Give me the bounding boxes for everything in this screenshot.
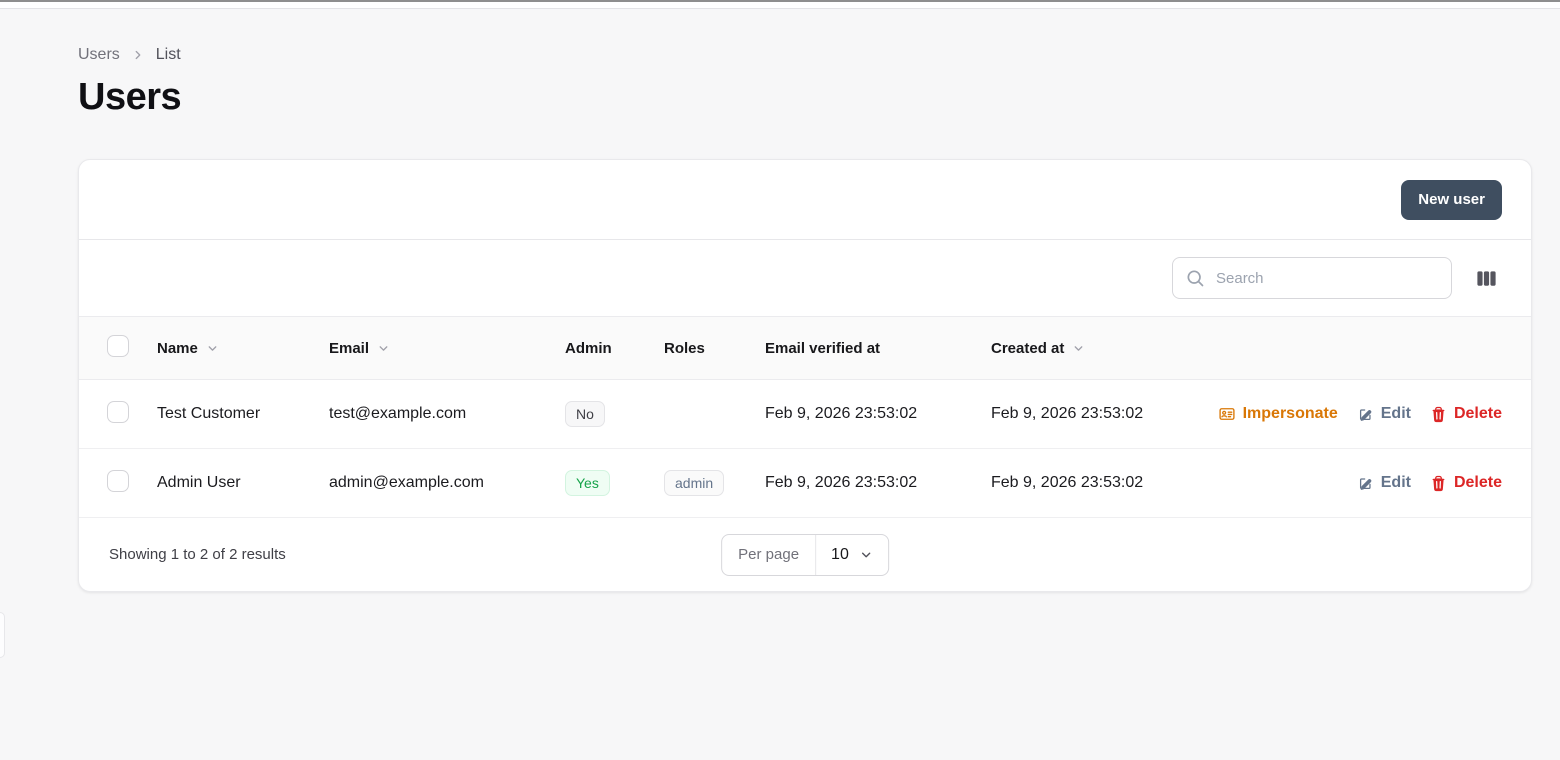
- column-header-created-at[interactable]: Created at: [991, 340, 1203, 357]
- cell-email-verified-at: Feb 9, 2026 23:53:02: [765, 405, 991, 423]
- breadcrumb-current: List: [156, 46, 181, 64]
- search-icon: [1185, 268, 1205, 288]
- cell-email: admin@example.com: [329, 474, 565, 492]
- row-actions: Impersonate Edit Delete: [1203, 404, 1502, 424]
- cell-email: test@example.com: [329, 405, 565, 423]
- column-header-name[interactable]: Name: [157, 340, 329, 357]
- table-toolbar: [79, 240, 1531, 316]
- page-content: Users List Users New user Name: [78, 46, 1532, 592]
- chevron-down-icon: [859, 548, 873, 562]
- search-input[interactable]: [1214, 269, 1439, 288]
- page-title: Users: [78, 77, 1532, 117]
- column-header-admin: Admin: [565, 340, 664, 357]
- pencil-square-icon: [1357, 475, 1374, 492]
- breadcrumb-users-link[interactable]: Users: [78, 46, 120, 64]
- column-header-email[interactable]: Email: [329, 340, 565, 357]
- search-box[interactable]: [1172, 257, 1452, 299]
- browser-top-strip: [0, 0, 1560, 9]
- pencil-square-icon: [1357, 406, 1374, 423]
- columns-icon: [1475, 267, 1498, 290]
- table-header-row: Name Email Admin Roles Email verified at…: [79, 316, 1531, 380]
- admin-badge: No: [565, 401, 605, 427]
- row-checkbox[interactable]: [107, 470, 129, 492]
- role-badge: admin: [664, 470, 724, 496]
- cell-name: Admin User: [157, 474, 329, 492]
- chevron-right-icon: [131, 48, 145, 62]
- column-header-email-verified-at: Email verified at: [765, 340, 991, 357]
- admin-badge: Yes: [565, 470, 610, 496]
- cell-created-at: Feb 9, 2026 23:53:02: [991, 405, 1203, 423]
- table-header-bar: New user: [79, 160, 1531, 240]
- breadcrumb: Users List: [78, 46, 1532, 64]
- impersonate-button[interactable]: Impersonate: [1218, 404, 1338, 424]
- sort-chevron-down-icon: [206, 342, 219, 355]
- trash-icon: [1430, 406, 1447, 423]
- table-row: Admin User admin@example.com Yes admin F…: [79, 449, 1531, 518]
- per-page-control: Per page 10: [721, 534, 889, 576]
- new-user-button[interactable]: New user: [1401, 180, 1502, 220]
- per-page-label: Per page: [722, 535, 816, 575]
- select-all-checkbox[interactable]: [107, 335, 129, 357]
- results-summary: Showing 1 to 2 of 2 results: [109, 546, 286, 563]
- row-actions: Edit Delete: [1203, 473, 1502, 493]
- trash-icon: [1430, 475, 1447, 492]
- per-page-select[interactable]: 10: [816, 535, 888, 575]
- cell-email-verified-at: Feb 9, 2026 23:53:02: [765, 474, 991, 492]
- table-footer: Showing 1 to 2 of 2 results Per page 10: [79, 518, 1531, 591]
- edit-button[interactable]: Edit: [1357, 404, 1411, 424]
- edit-button[interactable]: Edit: [1357, 473, 1411, 493]
- column-header-roles: Roles: [664, 340, 765, 357]
- per-page-value: 10: [831, 546, 849, 564]
- delete-button[interactable]: Delete: [1430, 473, 1502, 493]
- identification-card-icon: [1218, 405, 1236, 423]
- sort-chevron-down-icon: [1072, 342, 1085, 355]
- row-checkbox[interactable]: [107, 401, 129, 423]
- sort-chevron-down-icon: [377, 342, 390, 355]
- delete-button[interactable]: Delete: [1430, 404, 1502, 424]
- toggle-columns-button[interactable]: [1473, 265, 1500, 292]
- cell-created-at: Feb 9, 2026 23:53:02: [991, 474, 1203, 492]
- cell-name: Test Customer: [157, 405, 329, 423]
- table-row: Test Customer test@example.com No Feb 9,…: [79, 380, 1531, 449]
- users-table-card: New user Name Email Admin: [78, 159, 1532, 592]
- cell-roles: admin: [664, 470, 765, 496]
- left-edge-handle: [0, 612, 5, 658]
